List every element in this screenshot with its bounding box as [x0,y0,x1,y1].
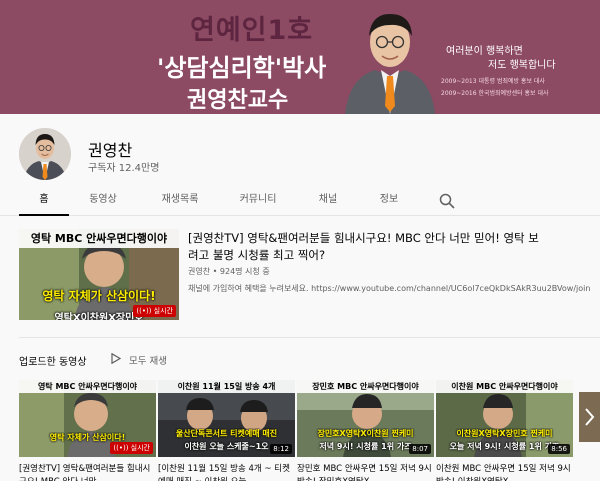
video-title[interactable]: 장민호 MBC 안싸우면 15일 저녁 9시 방송! 장민호X영탁X [297,463,434,481]
duration-badge: 8:12 [270,444,292,454]
channel-tabs: 홈 동영상 재생목록 커뮤니티 채널 정보 [0,186,600,216]
channel-page: 연예인1호 '상담심리학'박사 권영찬교수 여러분이 행복하면 저도 행복합니다… [0,0,600,481]
video-title[interactable]: [권영찬TV] 영탁&팬여러분들 힘내시구요! MBC 안다 너만 [19,463,156,481]
channel-name: 권영찬 [88,141,133,160]
tab-home[interactable]: 홈 [19,186,69,216]
banner-portrait [345,14,435,114]
live-badge: ((•)) 실시간 [133,305,176,317]
video-title[interactable]: [이찬원 11월 15일 방송 4개 ~ 티켓 예매 매진 ~ 이찬원 오늘 [158,463,295,481]
thumb-caption-top: 영탁 MBC 안싸우면다행이야 [19,380,156,393]
video-card[interactable]: 영탁 MBC 안싸우면다행이야 영탁 자체가 산삼이다! ((•)) 실시간 [… [19,380,156,481]
video-card[interactable]: 이찬원 MBC 안싸우면다행이야 이찬원X영탁X장민호 찐케미 오늘 저녁 9시… [436,380,573,481]
uploads-section-title[interactable]: 업로드한 동영상 [19,353,87,368]
featured-thumb-caption-mid: 영탁 자체가 산삼이다! [42,289,156,303]
chevron-right-icon[interactable] [579,392,600,442]
live-dot-icon: ((•)) [113,444,131,452]
tab-channels[interactable]: 채널 [311,186,345,216]
banner-name: 권영찬교수 [187,88,289,113]
featured-video-thumbnail[interactable]: 영탁 MBC 안싸우면다행이야 영탁 자체가 산삼이다! 영탁X이찬원X장민호 … [19,229,179,320]
banner-career-line2: 2009~2016 한국범죄예방센터 홍보 대사 [441,90,549,97]
video-card[interactable]: 장민호 MBC 안싸우면다행이야 장민호X영탁X이찬원 찐케미 저녁 9시! 시… [297,380,434,481]
video-thumbnail[interactable]: 이찬원 MBC 안싸우면다행이야 이찬원X영탁X장민호 찐케미 오늘 저녁 9시… [436,380,573,457]
featured-video-title[interactable]: [권영찬TV] 영탁&팬여러분들 힘내시구요! MBC 안다 너만 믿어! 영탁… [188,230,548,264]
video-thumbnail[interactable]: 이찬원 11월 15일 방송 4개 울산단독콘서트 티켓예매 매진 이찬원 오늘… [158,380,295,457]
channel-avatar[interactable] [19,128,71,180]
banner-headline: 연예인1호 [190,15,314,46]
featured-video-meta: 권영찬 • 924명 시청 중 [188,267,270,276]
duration-badge: 8:07 [409,444,431,454]
live-badge-label: 실시간 [130,444,150,452]
thumb-caption-mid: 장민호X영탁X이찬원 찐케미 [317,429,414,438]
thumb-caption-top: 이찬원 11월 15일 방송 4개 [158,380,295,393]
live-badge-label: 실시간 [153,307,173,315]
video-thumbnail[interactable]: 영탁 MBC 안싸우면다행이야 영탁 자체가 산삼이다! ((•)) 실시간 [19,380,156,457]
banner-motto-line1: 여러분이 행복하면 [446,46,523,57]
live-badge: ((•)) 실시간 [110,442,153,454]
search-icon[interactable] [438,192,456,210]
thumb-caption-top: 장민호 MBC 안싸우면다행이야 [297,380,434,393]
banner-career-line1: 2009~2013 대통령 범죄예방 홍보 대사 [441,78,545,85]
tab-playlists[interactable]: 재생목록 [154,186,206,216]
play-all-label: 모두 재생 [129,356,167,367]
featured-video-description: 채널에 가입하여 혜택을 누려보세요. https://www.youtube.… [188,284,591,293]
tab-videos[interactable]: 동영상 [83,186,123,216]
banner-subheadline: '상담심리학'박사 [157,54,327,82]
thumb-caption-top: 이찬원 MBC 안싸우면다행이야 [436,380,573,393]
video-title[interactable]: 이찬원 MBC 안싸우면 15일 저녁 9시 방송! 이찬원X영탁X [436,463,573,481]
thumb-caption-mid: 울산단독콘서트 티켓예매 매진 [175,429,278,438]
duration-badge: 8:56 [548,444,570,454]
channel-banner: 연예인1호 '상담심리학'박사 권영찬교수 여러분이 행복하면 저도 행복합니다… [0,0,600,114]
featured-thumb-caption-top: 영탁 MBC 안싸우면다행이야 [19,229,179,248]
video-thumbnail[interactable]: 장민호 MBC 안싸우면다행이야 장민호X영탁X이찬원 찐케미 저녁 9시! 시… [297,380,434,457]
subscriber-count: 구독자 12.4만명 [88,163,160,174]
thumb-caption-mid: 이찬원X영탁X장민호 찐케미 [456,429,553,438]
tab-community[interactable]: 커뮤니티 [232,186,284,216]
live-dot-icon: ((•)) [136,307,154,315]
play-icon [111,353,121,364]
tab-about[interactable]: 정보 [372,186,406,216]
section-divider [19,337,600,338]
video-card[interactable]: 이찬원 11월 15일 방송 4개 울산단독콘서트 티켓예매 매진 이찬원 오늘… [158,380,295,481]
banner-motto-line2: 저도 행복합니다 [488,60,556,71]
avatar-portrait [19,128,71,180]
